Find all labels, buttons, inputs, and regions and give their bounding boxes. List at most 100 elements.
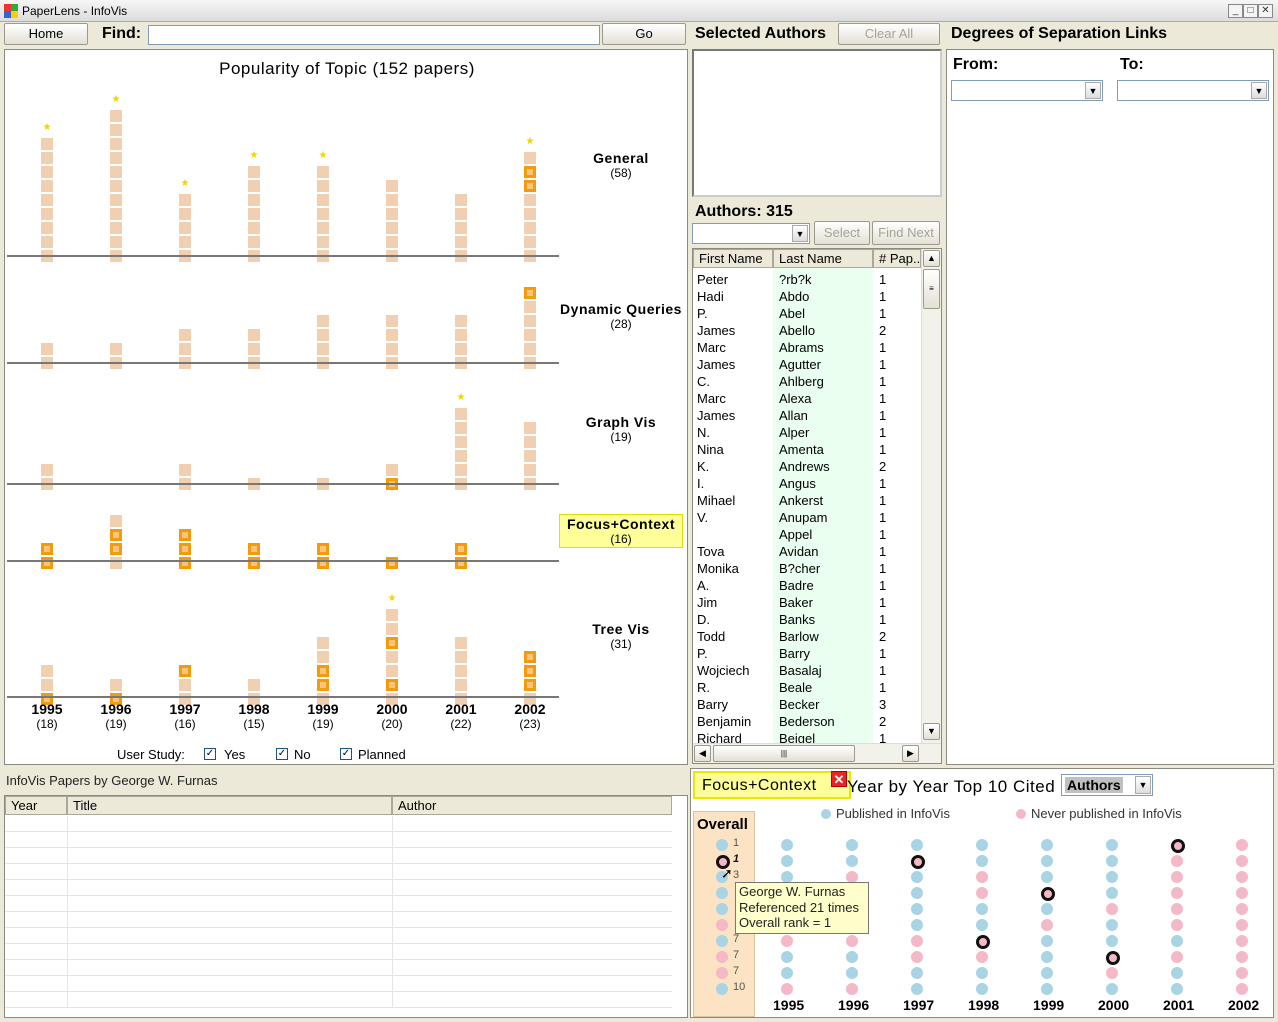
paper-cell[interactable] bbox=[248, 222, 260, 234]
paper-cell[interactable] bbox=[524, 222, 536, 234]
cited-year-label[interactable]: 1996 bbox=[838, 997, 869, 1013]
author-dot[interactable] bbox=[1236, 855, 1248, 867]
paper-cell[interactable] bbox=[41, 464, 53, 476]
paper-cell[interactable] bbox=[179, 236, 191, 248]
paper-cell[interactable] bbox=[110, 208, 122, 220]
paper-cell[interactable] bbox=[317, 637, 329, 649]
topic-label[interactable]: General (58) bbox=[559, 150, 683, 180]
author-dot[interactable] bbox=[976, 871, 988, 883]
scroll-thumb[interactable]: ≡ bbox=[923, 269, 940, 309]
author-dot[interactable] bbox=[1236, 935, 1248, 947]
author-dot[interactable] bbox=[1041, 903, 1053, 915]
paper-cell[interactable] bbox=[317, 315, 329, 327]
paper-cell[interactable] bbox=[455, 450, 467, 462]
cited-year-label[interactable]: 1997 bbox=[903, 997, 934, 1013]
paper-cell[interactable] bbox=[110, 236, 122, 248]
paper-cell[interactable] bbox=[248, 180, 260, 192]
paper-cell[interactable] bbox=[455, 208, 467, 220]
paper-cell[interactable] bbox=[248, 543, 260, 555]
paper-cell[interactable] bbox=[524, 665, 536, 677]
table-row[interactable]: Peter ?rb?k 1 bbox=[693, 271, 921, 288]
author-dot[interactable] bbox=[716, 839, 728, 851]
author-dot[interactable] bbox=[1106, 983, 1118, 995]
paper-cell[interactable] bbox=[524, 315, 536, 327]
author-dot[interactable] bbox=[846, 967, 858, 979]
paper-cell[interactable] bbox=[455, 557, 467, 569]
paper-cell[interactable] bbox=[110, 166, 122, 178]
paper-cell[interactable] bbox=[317, 329, 329, 341]
table-row[interactable]: I. Angus 1 bbox=[693, 475, 921, 492]
author-dot[interactable] bbox=[1106, 855, 1118, 867]
paper-cell[interactable] bbox=[524, 464, 536, 476]
table-row[interactable] bbox=[5, 928, 672, 944]
paper-cell[interactable] bbox=[41, 152, 53, 164]
paper-cell[interactable] bbox=[455, 422, 467, 434]
col-author[interactable]: Author bbox=[392, 796, 672, 815]
year-label[interactable]: 2002 (23) bbox=[500, 701, 560, 731]
paper-cell[interactable] bbox=[317, 166, 329, 178]
year-label[interactable]: 1999 (19) bbox=[293, 701, 353, 731]
paper-cell[interactable] bbox=[386, 557, 398, 569]
paper-cell[interactable] bbox=[110, 138, 122, 150]
author-dot[interactable] bbox=[911, 871, 923, 883]
scroll-down-icon[interactable]: ▼ bbox=[923, 723, 940, 740]
paper-cell[interactable] bbox=[110, 343, 122, 355]
col-title[interactable]: Title bbox=[67, 796, 392, 815]
author-dot[interactable] bbox=[911, 903, 923, 915]
author-dot[interactable] bbox=[1236, 903, 1248, 915]
paper-cell[interactable] bbox=[524, 343, 536, 355]
paper-cell[interactable] bbox=[179, 194, 191, 206]
author-dot[interactable] bbox=[1171, 855, 1183, 867]
table-row[interactable]: Appel 1 bbox=[693, 526, 921, 543]
paper-cell[interactable] bbox=[179, 679, 191, 691]
cited-year-label[interactable]: 2001 bbox=[1163, 997, 1194, 1013]
author-dot[interactable] bbox=[1236, 839, 1248, 851]
author-dot[interactable] bbox=[1106, 871, 1118, 883]
paper-cell[interactable] bbox=[248, 679, 260, 691]
paper-cell[interactable] bbox=[386, 651, 398, 663]
to-select[interactable]: ▼ bbox=[1117, 80, 1269, 101]
paper-cell[interactable] bbox=[455, 464, 467, 476]
cited-year-label[interactable]: 1998 bbox=[968, 997, 999, 1013]
year-label[interactable]: 1997 (16) bbox=[155, 701, 215, 731]
author-dot[interactable] bbox=[716, 983, 728, 995]
paper-cell[interactable] bbox=[455, 408, 467, 420]
table-row[interactable]: C. Ahlberg 1 bbox=[693, 373, 921, 390]
paper-cell[interactable] bbox=[386, 609, 398, 621]
paper-cell[interactable] bbox=[455, 436, 467, 448]
paper-cell[interactable] bbox=[455, 343, 467, 355]
paper-cell[interactable] bbox=[41, 194, 53, 206]
author-dot[interactable] bbox=[911, 855, 925, 869]
paper-cell[interactable] bbox=[455, 665, 467, 677]
author-dot[interactable] bbox=[716, 887, 728, 899]
table-row[interactable]: K. Andrews 2 bbox=[693, 458, 921, 475]
scroll-left-icon[interactable]: ◀ bbox=[694, 745, 711, 762]
table-row[interactable] bbox=[5, 992, 672, 1008]
paper-cell[interactable] bbox=[179, 557, 191, 569]
table-row[interactable]: Marc Alexa 1 bbox=[693, 390, 921, 407]
home-button[interactable]: Home bbox=[4, 23, 88, 45]
table-row[interactable] bbox=[5, 880, 672, 896]
topic-label[interactable]: Graph Vis (19) bbox=[559, 414, 683, 444]
paper-cell[interactable] bbox=[110, 180, 122, 192]
paper-cell[interactable] bbox=[524, 180, 536, 192]
paper-cell[interactable] bbox=[317, 194, 329, 206]
paper-cell[interactable] bbox=[179, 464, 191, 476]
table-row[interactable]: Todd Barlow 2 bbox=[693, 628, 921, 645]
col-first-name[interactable]: First Name bbox=[693, 249, 773, 268]
from-select[interactable]: ▼ bbox=[951, 80, 1103, 101]
table-row[interactable]: James Allan 1 bbox=[693, 407, 921, 424]
paper-cell[interactable] bbox=[41, 236, 53, 248]
h-scroll-thumb[interactable]: ||| bbox=[713, 745, 855, 762]
table-row[interactable]: D. Banks 1 bbox=[693, 611, 921, 628]
author-dot[interactable] bbox=[976, 967, 988, 979]
paper-cell[interactable] bbox=[317, 180, 329, 192]
paper-cell[interactable] bbox=[110, 557, 122, 569]
paper-cell[interactable] bbox=[386, 329, 398, 341]
table-row[interactable]: Benjamin Bederson 2 bbox=[693, 713, 921, 730]
author-dot[interactable] bbox=[1041, 935, 1053, 947]
author-dot[interactable] bbox=[1236, 887, 1248, 899]
author-dot[interactable] bbox=[976, 839, 988, 851]
author-dot[interactable] bbox=[1171, 839, 1185, 853]
paper-cell[interactable] bbox=[386, 665, 398, 677]
